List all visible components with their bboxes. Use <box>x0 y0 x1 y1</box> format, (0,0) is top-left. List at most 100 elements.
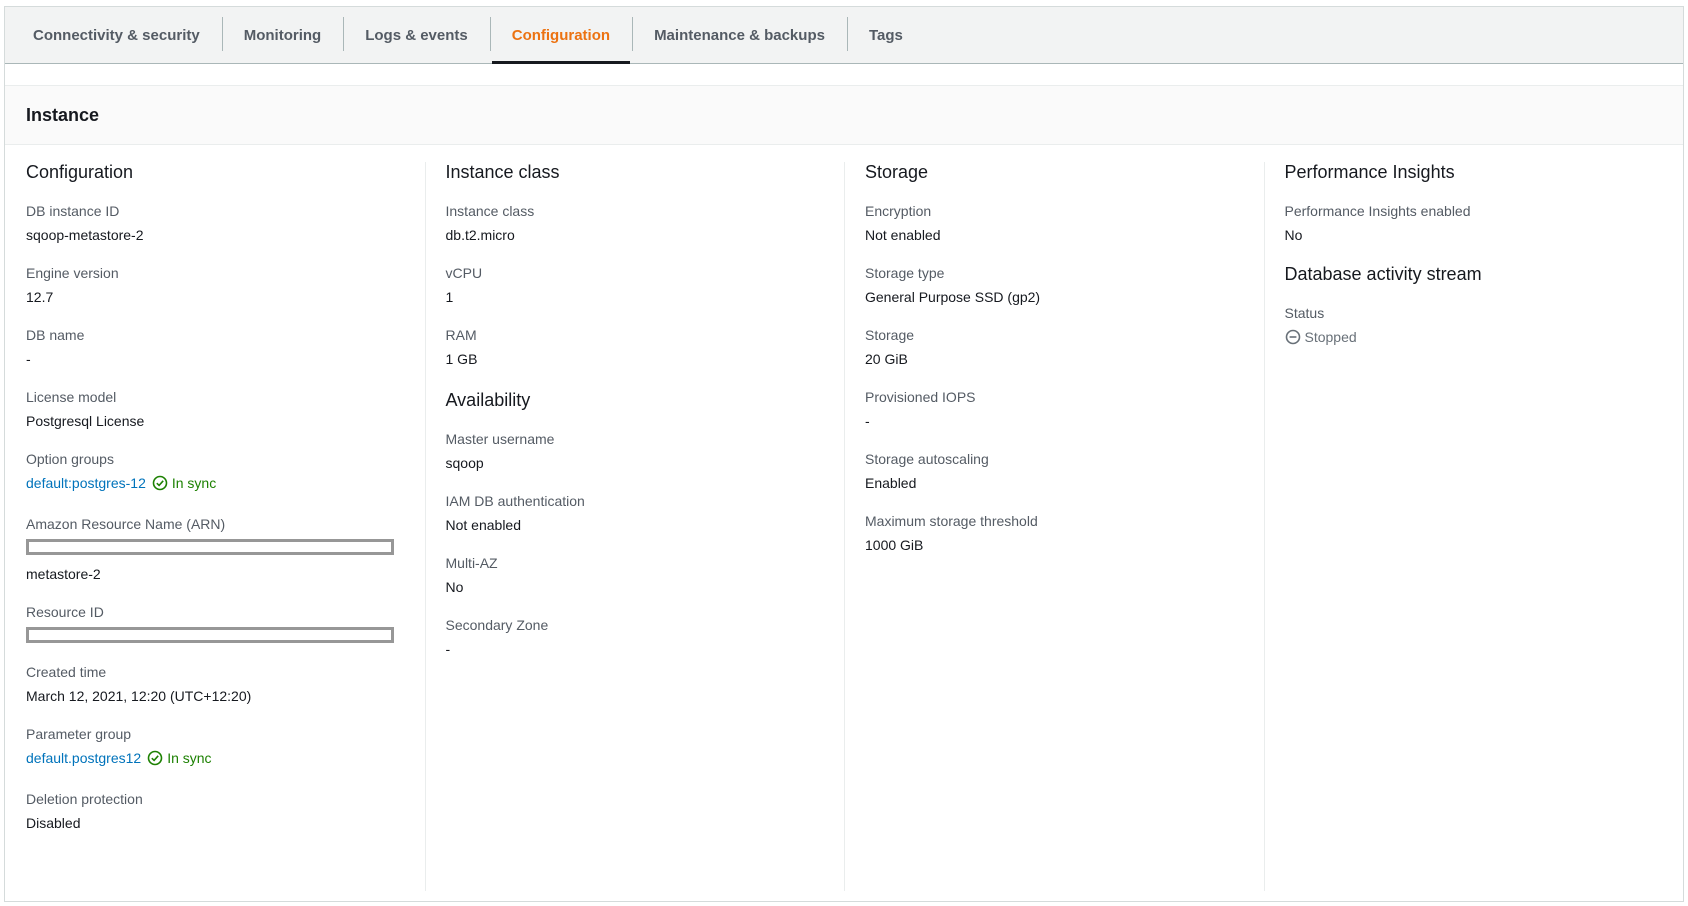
storage-column: Storage Encryption Not enabled Storage t… <box>844 146 1264 891</box>
configuration-heading: Configuration <box>26 162 134 182</box>
sync-status: In sync <box>171 475 217 491</box>
rds-instance-detail: Connectivity & security Monitoring Logs … <box>4 6 1684 902</box>
field-label: Deletion protection <box>26 791 143 807</box>
field-label: DB name <box>26 327 85 343</box>
availability-heading: Availability <box>445 390 531 410</box>
field-value: 12.7 <box>26 289 54 305</box>
field-value: db.t2.micro <box>445 227 515 243</box>
option-group-link[interactable]: default:postgres-12 <box>26 475 146 491</box>
tab-configuration[interactable]: Configuration <box>489 7 632 64</box>
field-value: - <box>865 413 870 429</box>
parameter-group-field: Parameter group default.postgres12 In syn… <box>26 725 405 770</box>
db-name-field: DB name - <box>26 326 405 368</box>
field-label: Created time <box>26 664 107 680</box>
encryption-field: Encryption Not enabled <box>865 202 1244 244</box>
field-value: General Purpose SSD (gp2) <box>865 289 1041 305</box>
field-label: Storage autoscaling <box>865 451 989 467</box>
license-model-field: License model Postgresql License <box>26 388 405 430</box>
created-time-field: Created time March 12, 2021, 12:20 (UTC+… <box>26 663 405 705</box>
instance-class-heading: Instance class <box>445 162 560 182</box>
field-value: Stopped <box>1285 328 1664 349</box>
field-value: default:postgres-12 In sync <box>26 474 405 495</box>
field-value: Disabled <box>26 815 81 831</box>
field-label: RAM <box>445 327 477 343</box>
field-label: Parameter group <box>26 726 132 742</box>
field-value: - <box>26 351 31 367</box>
sync-status: In sync <box>167 750 212 766</box>
db-instance-id-field: DB instance ID sqoop-metastore-2 <box>26 202 405 244</box>
field-label: Option groups <box>26 451 114 467</box>
field-value: Not enabled <box>865 227 941 243</box>
arn-field: Amazon Resource Name (ARN) metastore-2 <box>26 515 405 583</box>
resource-id-field: Resource ID <box>26 603 405 643</box>
instance-class-field: Instance class db.t2.micro <box>446 202 825 244</box>
field-label: Amazon Resource Name (ARN) <box>26 516 226 532</box>
provisioned-iops-field: Provisioned IOPS - <box>865 388 1244 430</box>
field-label: Provisioned IOPS <box>865 389 976 405</box>
performance-insights-enabled-field: Performance Insights enabled No <box>1285 202 1664 244</box>
field-label: Master username <box>445 431 555 447</box>
field-value: 1000 GiB <box>865 537 924 553</box>
field-value: - <box>445 641 451 657</box>
secondary-zone-field: Secondary Zone - <box>446 616 825 658</box>
multi-az-field: Multi-AZ No <box>446 554 825 596</box>
performance-insights-column: Performance Insights Performance Insight… <box>1263 146 1684 891</box>
field-value: 20 GiB <box>865 351 908 367</box>
field-value: 1 <box>445 289 454 305</box>
field-label: Performance Insights enabled <box>1284 203 1471 219</box>
field-label: Storage <box>865 327 915 343</box>
tab-bar: Connectivity & security Monitoring Logs … <box>5 7 1683 64</box>
activity-stream-heading: Database activity stream <box>1284 264 1482 284</box>
field-label: Maximum storage threshold <box>865 513 1038 529</box>
field-label: IAM DB authentication <box>445 493 585 509</box>
tab-monitoring[interactable]: Monitoring <box>221 7 343 63</box>
iam-auth-field: IAM DB authentication Not enabled <box>446 492 825 534</box>
check-circle-icon <box>147 750 163 770</box>
configuration-column: Configuration DB instance ID sqoop-metas… <box>5 146 425 891</box>
parameter-group-link[interactable]: default.postgres12 <box>26 750 141 766</box>
storage-heading: Storage <box>865 162 929 182</box>
field-label: vCPU <box>445 265 483 281</box>
field-label: Resource ID <box>26 604 104 620</box>
tab-logs-events[interactable]: Logs & events <box>343 7 490 63</box>
field-value: sqoop-metastore-2 <box>26 227 144 243</box>
field-value: March 12, 2021, 12:20 (UTC+12:20) <box>26 688 252 704</box>
max-storage-threshold-field: Maximum storage threshold 1000 GiB <box>865 512 1244 554</box>
master-username-field: Master username sqoop <box>446 430 825 472</box>
field-value: Enabled <box>865 475 917 491</box>
instance-class-column: Instance class Instance class db.t2.micr… <box>424 146 845 891</box>
storage-autoscaling-field: Storage autoscaling Enabled <box>865 450 1244 492</box>
activity-stream-status-field: Status Stopped <box>1285 304 1664 349</box>
field-label: Status <box>1284 305 1325 321</box>
field-label: Instance class <box>445 203 535 219</box>
minus-circle-icon <box>1285 329 1301 349</box>
field-value: Postgresql License <box>26 413 145 429</box>
redacted-box <box>26 627 394 643</box>
redacted-box <box>26 539 394 555</box>
field-value: No <box>445 579 464 595</box>
tab-tags[interactable]: Tags <box>846 7 925 63</box>
field-value: No <box>1284 227 1303 243</box>
field-value: metastore-2 <box>26 566 101 582</box>
field-value: 1 GB <box>445 351 478 367</box>
performance-insights-heading: Performance Insights <box>1284 162 1455 182</box>
tab-connectivity-security[interactable]: Connectivity & security <box>11 7 222 63</box>
field-value: default.postgres12 In sync <box>26 749 405 770</box>
field-value: sqoop <box>445 455 484 471</box>
tab-maintenance-backups[interactable]: Maintenance & backups <box>632 7 847 63</box>
storage-size-field: Storage 20 GiB <box>865 326 1244 368</box>
instance-panel: Instance Configuration DB instance ID sq… <box>5 85 1683 901</box>
field-label: License model <box>26 389 117 405</box>
stream-status: Stopped <box>1304 329 1357 345</box>
ram-field: RAM 1 GB <box>446 326 825 368</box>
field-label: DB instance ID <box>26 203 120 219</box>
engine-version-field: Engine version 12.7 <box>26 264 405 306</box>
vcpu-field: vCPU 1 <box>446 264 825 306</box>
field-value: Not enabled <box>445 517 522 533</box>
check-circle-icon <box>152 475 168 495</box>
option-groups-field: Option groups default:postgres-12 In sync <box>26 450 405 495</box>
detail-columns: Configuration DB instance ID sqoop-metas… <box>5 146 1683 891</box>
field-label: Multi-AZ <box>445 555 498 571</box>
storage-type-field: Storage type General Purpose SSD (gp2) <box>865 264 1244 306</box>
panel-title: Instance <box>5 86 1683 145</box>
